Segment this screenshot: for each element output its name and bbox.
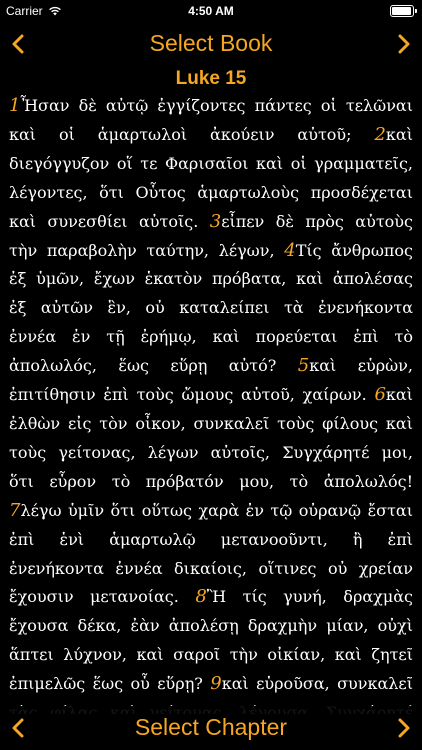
verse-number: 8 (195, 586, 207, 608)
top-nav-bar: Select Book (0, 22, 422, 66)
verse-number: 2 (374, 123, 386, 145)
status-time: 4:50 AM (188, 4, 234, 18)
chevron-right-icon[interactable] (392, 717, 414, 739)
select-chapter-button[interactable]: Select Chapter (0, 714, 422, 741)
verse-number: 9 (210, 673, 222, 695)
verse-number: 5 (297, 355, 310, 377)
select-book-button[interactable]: Select Book (0, 30, 422, 57)
verse-number: 1 (9, 95, 21, 116)
chapter-title: Luke 15 (175, 68, 247, 89)
verse-number: 4 (284, 239, 296, 261)
verse-number: 6 (374, 384, 386, 406)
scripture-text[interactable]: 1Ἦσαν δὲ αὐτῷ ἐγγίζοντες πάντες οἱ τελῶν… (9, 92, 413, 714)
status-bar: Carrier 4:50 AM (0, 0, 422, 22)
verse-text: Ἦσαν δὲ αὐτῷ ἐγγίζοντες πάντες οἱ τελῶνα… (9, 96, 413, 144)
battery-icon (390, 5, 417, 17)
bottom-bar: Select Chapter (0, 706, 422, 750)
chevron-right-icon[interactable] (392, 33, 414, 55)
verse-text: Τίς ἄνθρωπος ἐξ ὑμῶν, ἔχων ἑκατὸν πρόβατ… (9, 240, 413, 376)
verse-number: 7 (9, 499, 21, 521)
verse-number: 3 (209, 210, 222, 232)
